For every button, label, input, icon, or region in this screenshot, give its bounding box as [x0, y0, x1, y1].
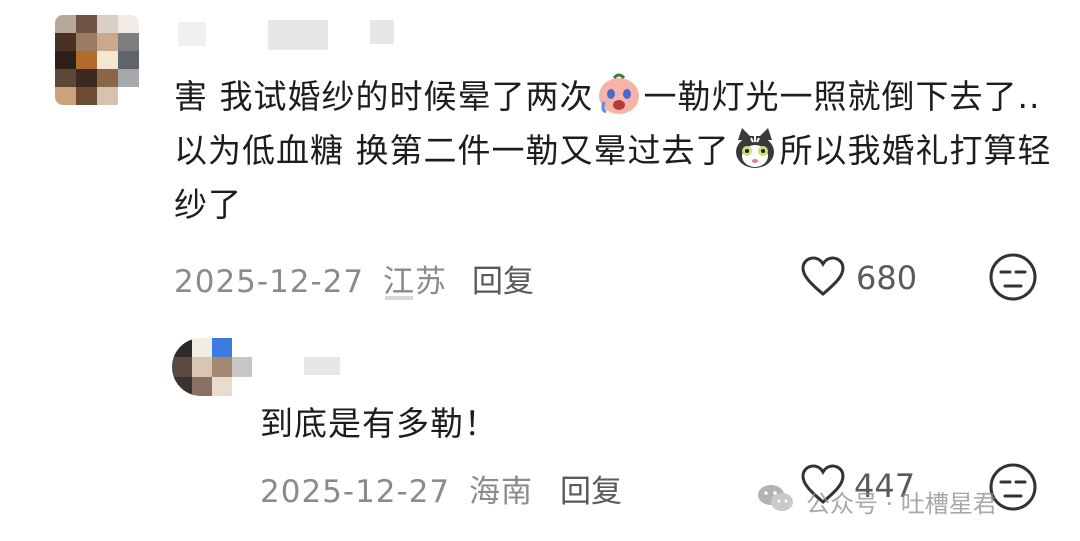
username-redacted[interactable]: [178, 22, 206, 46]
watermark-text: 公众号 · 吐槽星君: [806, 489, 997, 518]
shocked-cat-emoji: [732, 126, 778, 170]
comment-text-part: 害 我试婚纱的时候晕了两次: [174, 77, 594, 116]
comment-meta: 2025-12-27 江苏: [174, 256, 447, 301]
comment-meta: 2025-12-27 海南: [260, 466, 533, 511]
crying-face-emoji: [596, 72, 642, 116]
heart-icon: [800, 255, 846, 301]
divider-mark: [385, 296, 413, 300]
comment-location: 江苏: [383, 264, 448, 300]
comment-location: 海南: [469, 474, 534, 510]
unamused-face-icon[interactable]: [988, 252, 1038, 306]
like-button[interactable]: 680: [800, 255, 917, 301]
reply-button[interactable]: 回复: [472, 256, 534, 301]
avatar[interactable]: [172, 338, 252, 396]
avatar[interactable]: [55, 15, 139, 105]
comment-body: 害 我试婚纱的时候晕了两次 一勒灯光一照就倒下去了..以为低血糖 换第二件一勒又…: [174, 70, 1054, 232]
username-redacted[interactable]: [370, 20, 394, 44]
comment-date: 2025-12-27: [260, 474, 451, 510]
wechat-icon: [756, 482, 796, 520]
username-redacted[interactable]: [304, 357, 340, 375]
comment-date: 2025-12-27: [174, 264, 365, 300]
watermark: 公众号 · 吐槽星君: [756, 482, 997, 520]
reply-button[interactable]: 回复: [560, 466, 622, 511]
like-count: 680: [856, 259, 918, 297]
comment-text: 到底是有多勒！: [260, 404, 498, 443]
username-redacted[interactable]: [268, 20, 328, 50]
